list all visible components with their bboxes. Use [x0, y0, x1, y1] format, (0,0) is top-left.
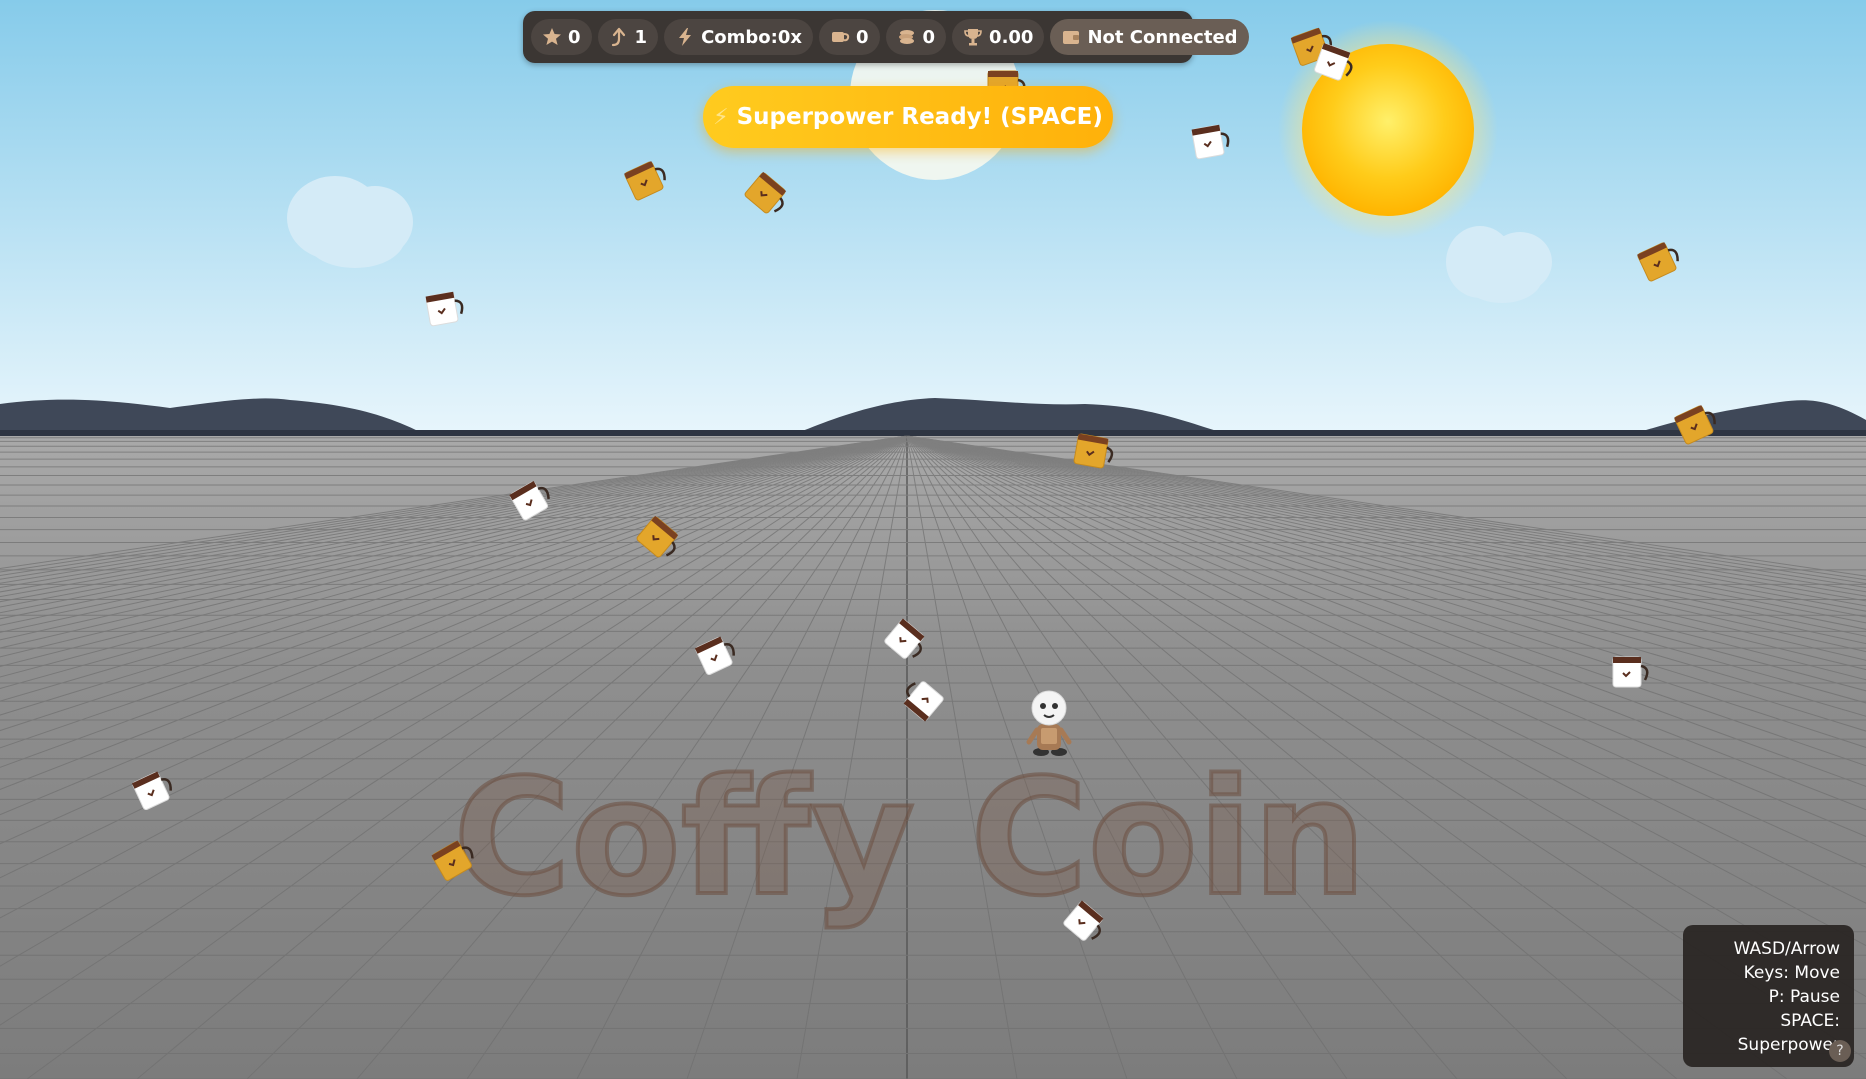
superpower-text: Superpower Ready! (SPACE)	[736, 104, 1103, 130]
arrow-up-icon	[611, 27, 625, 47]
help-line: WASD/Arrow	[1733, 939, 1840, 959]
connection-status: Not Connected	[1087, 26, 1238, 48]
coins-icon	[898, 30, 914, 44]
help-line: Superpower	[1737, 1035, 1840, 1055]
cups-value: 0	[855, 26, 869, 48]
cups-counter: 0	[818, 19, 880, 55]
trophy-counter: 0.00	[952, 19, 1045, 55]
controls-help-panel: WASD/Arrow Keys: Move P: Pause SPACE: Su…	[1683, 925, 1854, 1067]
trophy-icon	[964, 29, 982, 46]
help-icon[interactable]: ?	[1829, 1040, 1851, 1062]
superpower-banner: ⚡ Superpower Ready! (SPACE)	[703, 86, 1113, 148]
level-value: 1	[634, 26, 648, 48]
bolt-icon	[679, 28, 692, 46]
help-line: SPACE:	[1780, 1011, 1840, 1031]
stars-counter: 0	[531, 19, 592, 55]
stars-value: 0	[568, 26, 581, 48]
star-icon	[543, 28, 561, 45]
combo-value: Combo:0x	[701, 26, 802, 48]
cup-icon	[831, 32, 850, 42]
coffy-coin-watermark: Coffy Coin	[453, 744, 1366, 931]
coins-counter: 0	[885, 19, 947, 55]
trophy-value: 0.00	[989, 26, 1034, 48]
hud-bar: 0 1 Combo:0x 0 0 0.00 Not Connected	[523, 11, 1249, 63]
connect-wallet-button[interactable]: Not Connected	[1050, 19, 1249, 55]
help-line: Keys: Move	[1743, 963, 1840, 983]
combo-counter: Combo:0x	[664, 19, 813, 55]
help-line: P: Pause	[1768, 987, 1840, 1007]
bolt-icon: ⚡	[713, 104, 729, 130]
level-counter: 1	[597, 19, 659, 55]
game-scene[interactable]: Coffy Coin	[0, 0, 1866, 1079]
wallet-icon	[1063, 31, 1080, 44]
coins-value: 0	[922, 26, 936, 48]
